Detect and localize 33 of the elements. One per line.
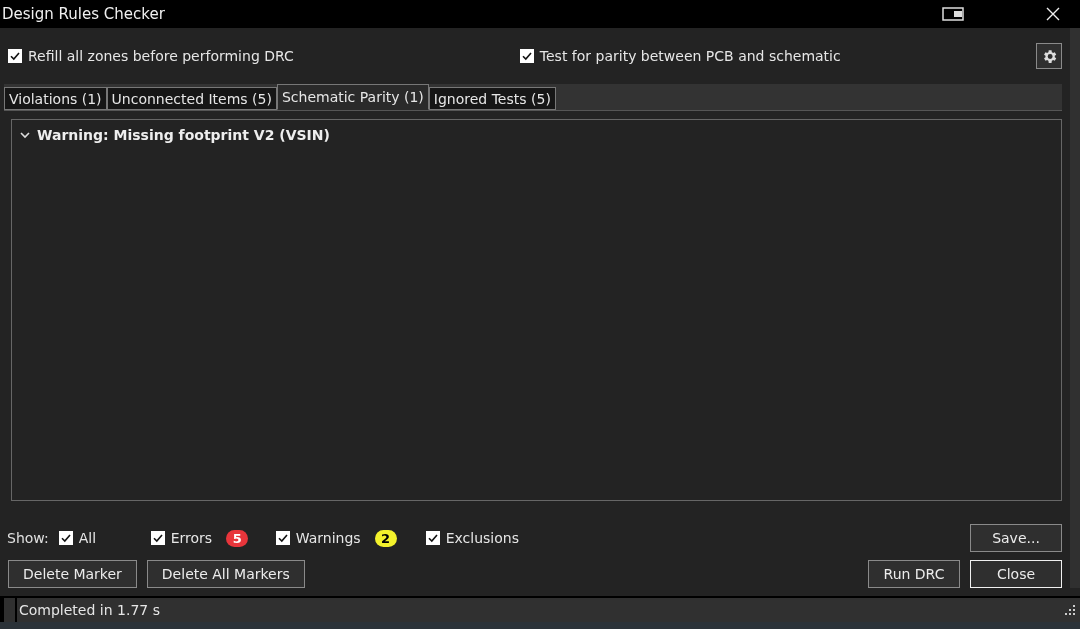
window-title: Design Rules Checker: [1, 5, 165, 23]
count-badge: 5: [226, 529, 249, 547]
chevron-down-icon[interactable]: [20, 131, 30, 139]
save-button[interactable]: Save...: [970, 524, 1062, 552]
tab[interactable]: Ignored Tests (5): [428, 87, 556, 110]
show-label: Show:: [7, 530, 49, 546]
close-icon[interactable]: [1046, 7, 1060, 21]
checkbox-label: Exclusions: [445, 530, 519, 546]
tab[interactable]: Violations (1): [4, 87, 107, 110]
button[interactable]: Delete All Markers: [146, 560, 305, 588]
checkbox[interactable]: [425, 531, 440, 545]
tree-item[interactable]: Warning: Missing footprint V2 (VSIN): [37, 127, 330, 143]
window-icon[interactable]: [942, 7, 964, 21]
resize-grip-icon[interactable]: [1064, 604, 1076, 616]
checkbox-label: Errors: [170, 530, 213, 546]
status-segment: [4, 598, 15, 622]
tab[interactable]: Unconnected Items (5): [106, 87, 277, 110]
tab[interactable]: Schematic Parity (1): [276, 84, 429, 110]
checkbox[interactable]: [8, 49, 22, 63]
button[interactable]: Close: [970, 560, 1062, 588]
checkbox-label: Warnings: [295, 530, 361, 546]
checkbox-label: Refill all zones before performing DRC: [28, 48, 294, 64]
settings-button[interactable]: [1036, 43, 1062, 69]
checkbox[interactable]: [275, 531, 290, 545]
checkbox-label: All: [78, 530, 97, 546]
checkbox[interactable]: [519, 49, 534, 63]
button[interactable]: Delete Marker: [8, 560, 137, 588]
count-badge: 2: [374, 529, 397, 547]
checkbox[interactable]: [150, 531, 165, 545]
button[interactable]: Run DRC: [868, 560, 960, 588]
checkbox-label: Test for parity between PCB and schematic: [539, 48, 841, 64]
checkbox[interactable]: [58, 531, 73, 545]
status-text: Completed in 1.77 s: [18, 602, 160, 618]
